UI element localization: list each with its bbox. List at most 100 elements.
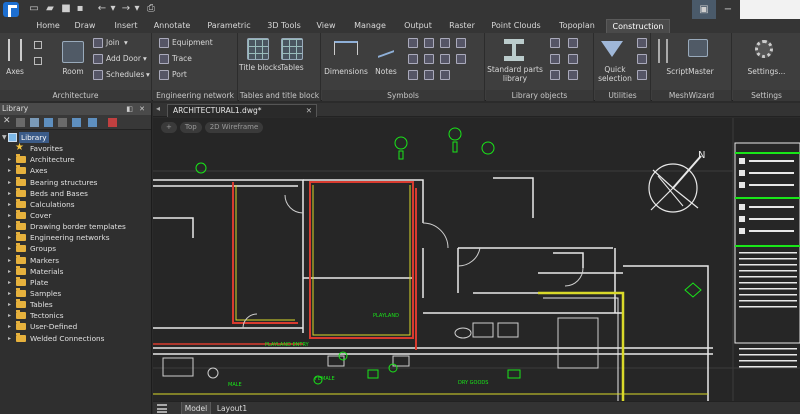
tab-3d-tools[interactable]: 3D Tools: [261, 19, 307, 33]
tree-item[interactable]: ▸ Drawing border templates: [0, 221, 151, 232]
drawing-canvas[interactable]: N PLAYLAND PLAYLAND ENTRY FEMALE MALE DR…: [153, 118, 800, 401]
expand-icon[interactable]: ▸: [8, 221, 14, 232]
expand-icon[interactable]: ▸: [8, 288, 14, 299]
tool-icon[interactable]: [30, 118, 39, 127]
title-blocks-button[interactable]: Title blocks: [239, 63, 281, 73]
dimensions-button[interactable]: Dimensions: [322, 67, 370, 77]
expand-icon[interactable]: ▸: [8, 277, 14, 288]
room-button[interactable]: Room: [56, 67, 90, 77]
tree-item[interactable]: ▸ Bearing structures: [0, 176, 151, 188]
tab-point-clouds[interactable]: Point Clouds: [486, 19, 546, 33]
expand-icon[interactable]: ▸: [8, 255, 14, 266]
tree-item[interactable]: ▸ Groups: [0, 243, 151, 254]
tab-topoplan[interactable]: Topoplan: [552, 19, 602, 33]
close-icon[interactable]: ✕: [3, 116, 12, 126]
tool-icon[interactable]: [72, 118, 81, 127]
expand-icon[interactable]: ▸: [8, 199, 14, 210]
visual-style-button[interactable]: 2D Wireframe: [204, 122, 264, 133]
standard-parts-library-button[interactable]: Standard parts library: [486, 65, 544, 83]
library-tool-icon[interactable]: [568, 38, 578, 48]
redo-dropdown-icon[interactable]: ▾: [131, 3, 143, 15]
view-menu-button[interactable]: +: [161, 122, 177, 133]
undo-dropdown-icon[interactable]: ▾: [107, 3, 119, 15]
app-logo-icon[interactable]: [3, 2, 19, 17]
minimize-button[interactable]: −: [716, 0, 740, 19]
tab-manage[interactable]: Manage: [347, 19, 393, 33]
symbol-tool-icon[interactable]: [408, 70, 418, 80]
tab-output[interactable]: Output: [397, 19, 439, 33]
scriptmaster-button[interactable]: ScriptMaster: [652, 67, 728, 77]
add-door-dropdown-icon[interactable]: ▾: [143, 54, 147, 64]
view-direction-button[interactable]: Top: [179, 122, 202, 133]
tab-insert[interactable]: Insert: [108, 19, 144, 33]
pin-icon[interactable]: ◧: [126, 103, 133, 115]
expand-icon[interactable]: ▸: [8, 299, 14, 310]
join-button[interactable]: Join: [106, 38, 120, 48]
expand-icon[interactable]: ▸: [8, 266, 14, 277]
utility-tool-icon[interactable]: [637, 38, 647, 48]
save-icon[interactable]: ■: [60, 3, 72, 15]
utility-tool-icon[interactable]: [637, 54, 647, 64]
library-tool-icon[interactable]: [550, 38, 560, 48]
tree-item[interactable]: ▸ Welded Connections: [0, 332, 151, 344]
tab-annotate[interactable]: Annotate: [148, 19, 196, 33]
symbol-tool-icon[interactable]: [440, 70, 450, 80]
tab-raster[interactable]: Raster: [444, 19, 480, 33]
expand-icon[interactable]: ▸: [8, 333, 14, 344]
symbol-tool-icon[interactable]: [424, 38, 434, 48]
close-tab-icon[interactable]: ✕: [306, 105, 312, 117]
add-door-button[interactable]: Add Door: [106, 54, 141, 64]
tree-item[interactable]: ▸ Axes: [0, 165, 151, 176]
tab-view[interactable]: View: [309, 19, 343, 33]
symbol-tool-icon[interactable]: [440, 54, 450, 64]
expand-icon[interactable]: ▸: [8, 165, 14, 176]
tree-item[interactable]: ▸ Tables: [0, 299, 151, 310]
axes-button[interactable]: Axes: [0, 67, 30, 77]
tab-home[interactable]: Home: [30, 19, 66, 33]
expand-icon[interactable]: ▸: [8, 243, 14, 254]
window-control-area[interactable]: [740, 0, 800, 19]
tab-construction[interactable]: Construction: [606, 19, 670, 33]
symbol-tool-icon[interactable]: [408, 54, 418, 64]
print-icon[interactable]: ⎙: [145, 3, 157, 15]
tree-item[interactable]: ▸ Calculations: [0, 198, 151, 210]
library-tool-icon[interactable]: [568, 54, 578, 64]
expand-icon[interactable]: ▸: [8, 154, 14, 165]
tool-icon[interactable]: [58, 118, 67, 127]
tree-item[interactable]: ▸ Beds and Bases: [0, 187, 151, 199]
tree-item[interactable]: ▸ Plate: [0, 276, 151, 288]
tab-list-arrow-icon[interactable]: ◂: [156, 104, 160, 113]
tab-layout1[interactable]: Layout1: [215, 402, 249, 414]
new-file-icon[interactable]: ▭: [28, 3, 40, 15]
tree-item[interactable]: ▸ Architecture: [0, 154, 151, 165]
close-icon[interactable]: ✕: [139, 103, 145, 115]
library-tool-icon[interactable]: [550, 70, 560, 80]
join-dropdown-icon[interactable]: ▾: [124, 38, 128, 48]
expand-icon[interactable]: ▸: [8, 210, 14, 221]
equipment-button[interactable]: Equipment: [172, 38, 213, 48]
delete-icon[interactable]: [108, 118, 117, 127]
tree-item[interactable]: ★ Favorites: [0, 142, 151, 154]
tree-item[interactable]: ▸ Tectonics: [0, 310, 151, 321]
tool-icon[interactable]: [44, 118, 53, 127]
tab-draw[interactable]: Draw: [68, 19, 102, 33]
open-folder-icon[interactable]: ▰: [44, 3, 56, 15]
tree-item[interactable]: ▸ Engineering networks: [0, 232, 151, 243]
account-icon[interactable]: ▣: [692, 0, 716, 19]
expand-icon[interactable]: ▸: [8, 177, 14, 188]
symbol-tool-icon[interactable]: [456, 54, 466, 64]
tool-icon[interactable]: [88, 118, 97, 127]
tables-button[interactable]: Tables: [273, 63, 311, 73]
notes-button[interactable]: Notes: [372, 67, 400, 77]
symbol-tool-icon[interactable]: [440, 38, 450, 48]
tree-item[interactable]: ▸ Materials: [0, 265, 151, 277]
symbol-tool-icon[interactable]: [424, 70, 434, 80]
utility-tool-icon[interactable]: [637, 70, 647, 80]
tree-item[interactable]: ▸ Samples: [0, 287, 151, 299]
schedules-dropdown-icon[interactable]: ▾: [146, 70, 150, 80]
document-tab[interactable]: ARCHITECTURAL1.dwg* ✕: [167, 104, 317, 117]
tool-icon[interactable]: [16, 118, 25, 127]
symbol-tool-icon[interactable]: [456, 38, 466, 48]
tree-item[interactable]: ▸ Markers: [0, 254, 151, 266]
library-tool-icon[interactable]: [550, 54, 560, 64]
